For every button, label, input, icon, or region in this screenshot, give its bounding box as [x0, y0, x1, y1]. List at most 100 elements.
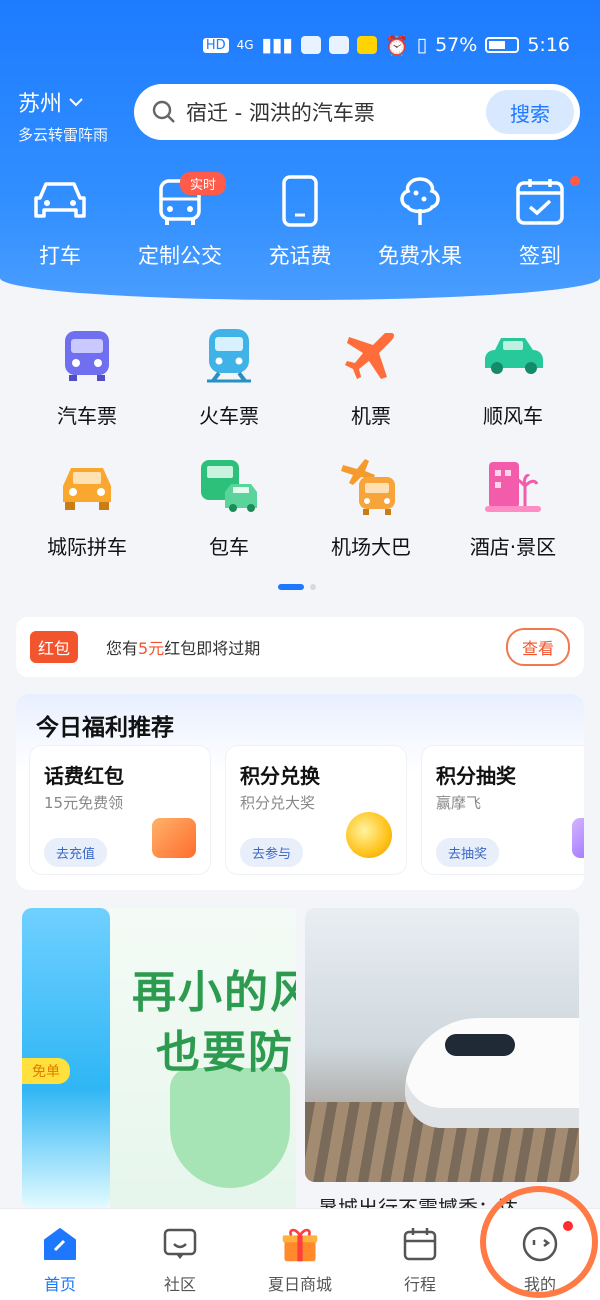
wallet-icon: [152, 818, 196, 858]
view-red-packet-button[interactable]: 查看: [505, 628, 570, 666]
welfare-card-action[interactable]: 去充值: [44, 838, 108, 867]
phone-icon: [269, 170, 331, 232]
service-flight-ticket[interactable]: 机票: [300, 320, 442, 429]
red-packet-tag: 红包: [30, 631, 79, 663]
battery-icon: [485, 37, 520, 53]
notification-dot: [570, 176, 580, 186]
welfare-section: 今日福利推荐 话费红包 15元免费领 去充值 积分兑换 积分兑大奖 去参与 积分…: [16, 694, 584, 890]
search-bar[interactable]: 宿迁 - 泗洪的汽车票 搜索: [134, 84, 580, 140]
alarm-icon: ⏰: [384, 34, 409, 57]
service-airport-bus[interactable]: 机场大巴: [300, 451, 442, 560]
train-window: [445, 1034, 515, 1056]
tab-home[interactable]: 首页: [5, 1225, 115, 1295]
network-label: 4G: [236, 38, 254, 52]
quick-action-taxi[interactable]: 打车: [0, 170, 120, 270]
tab-summer-mall[interactable]: 夏日商城: [245, 1225, 355, 1295]
profile-icon: [521, 1225, 559, 1263]
tab-community[interactable]: 社区: [125, 1225, 235, 1295]
city-selector[interactable]: 苏州 多云转雷阵雨: [18, 86, 108, 145]
welfare-card-points-lottery[interactable]: 积分抽奖 赢摩飞 去抽奖: [422, 746, 584, 874]
tree-icon: [389, 170, 451, 232]
welfare-cards: 话费红包 15元免费领 去充值 积分兑换 积分兑大奖 去参与 积分抽奖 赢摩飞 …: [30, 746, 584, 874]
welfare-card-title: 积分抽奖: [436, 764, 516, 788]
train-icon: [194, 320, 264, 390]
bottom-tab-bar: 首页 社区 夏日商城 行程 我的: [0, 1208, 600, 1300]
red-packet-amount: 5元: [138, 639, 165, 658]
service-bus-ticket[interactable]: 汽车票: [16, 320, 158, 429]
service-label: 包车: [209, 535, 249, 559]
tab-profile[interactable]: 我的: [485, 1219, 595, 1295]
service-hotel-scenic[interactable]: 酒店·景区: [442, 451, 584, 560]
gift-icon: [281, 1225, 319, 1263]
promo-banner-train[interactable]: [305, 908, 579, 1182]
tab-label: 夏日商城: [267, 1275, 332, 1294]
service-train-ticket[interactable]: 火车票: [158, 320, 300, 429]
chevron-down-icon: [69, 98, 83, 107]
promo-headline-2: 也要防: [156, 1027, 294, 1078]
service-label: 城际拼车: [47, 535, 127, 559]
home-icon: [41, 1225, 79, 1263]
car-icon: [478, 320, 548, 390]
city-name: 苏州: [18, 92, 63, 117]
quick-action-label: 打车: [39, 244, 81, 268]
welfare-card-title: 话费红包: [44, 764, 124, 788]
quick-action-custom-bus[interactable]: 实时 定制公交: [120, 170, 240, 270]
welfare-card-phone-packet[interactable]: 话费红包 15元免费领 去充值: [30, 746, 210, 874]
vibrate-icon: ▯: [416, 34, 428, 56]
status-bar: HD 4G ▮▮▮ ⏰ ▯ 57% 5:16: [202, 30, 570, 60]
promo-banner-safety[interactable]: 再小的风 也要防: [110, 908, 296, 1208]
welfare-title: 今日福利推荐: [36, 715, 174, 741]
service-carpool[interactable]: 顺风车: [442, 320, 584, 429]
welfare-card-subtitle: 15元免费领: [44, 794, 124, 812]
airport-bus-icon: [336, 451, 406, 521]
tab-label: 我的: [523, 1275, 556, 1294]
welfare-card-action[interactable]: 去抽奖: [436, 838, 500, 867]
weather-text: 多云转雷阵雨: [18, 126, 109, 144]
service-intercity-carpool[interactable]: 城际拼车: [16, 451, 158, 560]
page-indicator: [278, 584, 316, 590]
search-button[interactable]: 搜索: [486, 90, 574, 134]
quick-action-label: 签到: [519, 244, 561, 268]
welfare-card-subtitle: 积分兑大奖: [240, 794, 316, 812]
promo-headline-1: 再小的风: [132, 967, 296, 1018]
notification-dot: [561, 1219, 575, 1233]
clock: 5:16: [527, 34, 570, 56]
gift-bag-icon: [572, 818, 584, 858]
calendar-check-icon: [509, 170, 571, 232]
hd-icon: HD: [202, 37, 229, 53]
chat-app-icon: [300, 36, 321, 54]
service-charter[interactable]: 包车: [158, 451, 300, 560]
van-icon: [194, 451, 264, 521]
service-label: 机票: [351, 404, 391, 428]
quick-action-free-fruit[interactable]: 免费水果: [360, 170, 480, 270]
promo-banner-left[interactable]: 免单: [22, 908, 110, 1208]
page-dot: [310, 584, 316, 590]
service-label: 火车票: [199, 404, 259, 428]
welfare-card-subtitle: 赢摩飞: [436, 794, 482, 812]
quick-actions: 打车 实时 定制公交 充话费 免费水果 签到: [0, 170, 600, 270]
signal-icon: ▮▮▮: [261, 34, 293, 56]
quick-action-label: 定制公交: [138, 244, 222, 268]
search-icon: [152, 100, 175, 123]
shield-icon: [170, 1068, 290, 1188]
quick-action-label: 免费水果: [378, 244, 462, 268]
battery-percent: 57%: [435, 34, 478, 56]
search-input[interactable]: 宿迁 - 泗洪的汽车票: [186, 97, 486, 127]
quick-action-label: 充话费: [268, 244, 332, 268]
hotel-icon: [478, 451, 548, 521]
tab-label: 社区: [163, 1275, 196, 1294]
quick-action-check-in[interactable]: 签到: [480, 170, 600, 270]
bus-icon: [52, 320, 122, 390]
welfare-card-points-exchange[interactable]: 积分兑换 积分兑大奖 去参与: [226, 746, 406, 874]
service-label: 机场大巴: [331, 535, 411, 559]
app-icon: [328, 36, 349, 54]
service-label: 酒店·景区: [469, 535, 557, 559]
quick-action-phone-recharge[interactable]: 充话费: [240, 170, 360, 270]
page-dot-active: [278, 584, 304, 590]
welfare-card-action[interactable]: 去参与: [240, 838, 304, 867]
red-packet-prefix: 您有: [106, 639, 139, 658]
car-icon: [52, 451, 122, 521]
tab-itinerary[interactable]: 行程: [365, 1225, 475, 1295]
service-label: 汽车票: [57, 404, 117, 428]
welfare-card-title: 积分兑换: [240, 764, 320, 788]
